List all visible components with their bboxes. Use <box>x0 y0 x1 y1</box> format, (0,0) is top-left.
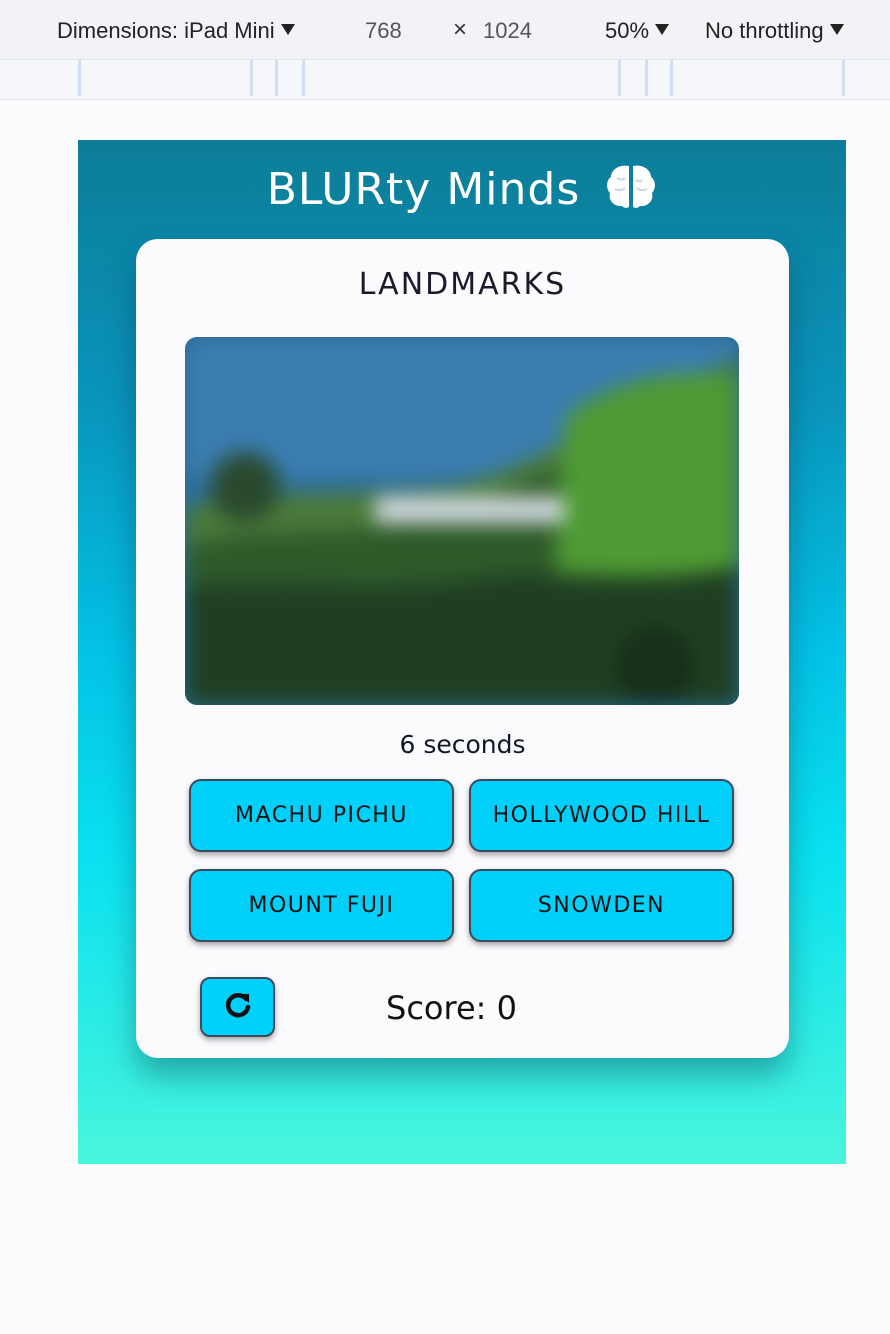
dimensions-dropdown[interactable]: Dimensions: iPad Mini <box>57 18 295 44</box>
throttling-dropdown[interactable]: No throttling <box>705 18 844 44</box>
category-title: LANDMARKS <box>358 267 567 302</box>
dimensions-label: Dimensions: iPad Mini <box>57 18 275 43</box>
zoom-label: 50% <box>605 18 650 43</box>
device-viewport: BLURty Minds LANDMARKS 6 seconds MACHU P… <box>78 140 846 1164</box>
throttling-label: No throttling <box>705 18 824 43</box>
ruler-mark[interactable] <box>842 60 845 96</box>
quiz-card: LANDMARKS 6 seconds MACHU PICHU HOLLYWOO… <box>136 239 789 1058</box>
app-title-text: BLURty Minds <box>266 164 581 215</box>
countdown-timer: 6 seconds <box>399 730 526 759</box>
devtools-device-toolbar: Dimensions: iPad Mini 768 × 1024 50% No … <box>0 0 890 60</box>
brain-icon <box>605 162 657 221</box>
media-query-ruler[interactable] <box>0 60 890 100</box>
ruler-mark[interactable] <box>645 60 648 96</box>
blurred-landmark-image <box>185 337 739 705</box>
answer-button-4[interactable]: SNOWDEN <box>469 869 734 942</box>
app-title: BLURty Minds <box>78 162 846 221</box>
chevron-down-icon <box>655 24 670 35</box>
chevron-down-icon <box>280 24 295 35</box>
score-display: Score: 0 <box>386 989 517 1027</box>
width-input[interactable]: 768 <box>365 18 402 44</box>
answer-button-3[interactable]: MOUNT FUJI <box>189 869 454 942</box>
ruler-mark[interactable] <box>670 60 673 96</box>
ruler-mark[interactable] <box>250 60 253 96</box>
ruler-mark[interactable] <box>78 60 81 96</box>
ruler-mark[interactable] <box>302 60 305 96</box>
restart-icon <box>223 990 253 1025</box>
height-input[interactable]: 1024 <box>483 18 532 44</box>
answer-button-2[interactable]: HOLLYWOOD HILL <box>469 779 734 852</box>
restart-button[interactable] <box>200 977 275 1037</box>
zoom-dropdown[interactable]: 50% <box>605 18 670 44</box>
ruler-mark[interactable] <box>618 60 621 96</box>
chevron-down-icon <box>829 24 844 35</box>
answer-button-1[interactable]: MACHU PICHU <box>189 779 454 852</box>
ruler-mark[interactable] <box>275 60 278 96</box>
times-symbol: × <box>453 16 468 43</box>
